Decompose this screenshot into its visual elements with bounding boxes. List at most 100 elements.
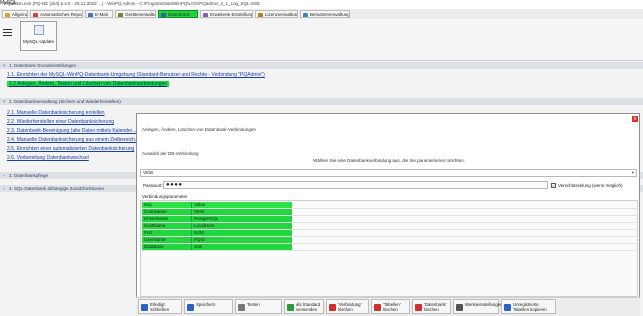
delete-connection-button[interactable]: 'Verbindung' löschen (326, 299, 369, 314)
tab-automatisches-reporting[interactable]: Automatisches Reporting (30, 10, 83, 18)
toolbar-button-label: Testen (247, 302, 260, 307)
tab-icon (258, 12, 263, 17)
hamburger-menu-icon[interactable] (3, 29, 12, 37)
standard-icon (287, 304, 294, 311)
database-update-icon (34, 25, 44, 35)
param-key: HostName (142, 223, 191, 229)
encryption-label: Verschlüsselung (wenn möglich) (558, 183, 623, 188)
tab-label: Geräteverwaltung (125, 12, 156, 17)
delete-tables-button[interactable]: 'Tabellen' löschen (371, 299, 410, 314)
tab-icon (303, 12, 308, 17)
param-key: UserName (142, 237, 191, 243)
toolbar-button-label: Erledigt Schließen (150, 302, 170, 312)
param-value[interactable]: 5432 (191, 230, 292, 236)
link-1-1[interactable]: 1.1. Einrichten der MySQL-WinPQ-Datenban… (7, 72, 265, 78)
link-2-4[interactable]: 2.4. Manuelle Datenbanksicherung aus ein… (7, 137, 139, 143)
tab-label: Datenbank (168, 12, 190, 17)
link-2-2[interactable]: 2.2. Wiederherstellen einer Datenbanksic… (7, 119, 114, 125)
param-key: Port (142, 230, 191, 236)
tab-label: Allgemein (12, 12, 27, 17)
password-input[interactable]: ●●●● (163, 181, 548, 189)
params-row[interactable]: ConnName VEW (142, 209, 638, 216)
tab-label: Lizenzverwaltung (265, 12, 298, 17)
section-2-title: 2. Datenbankverwaltung (Sichern und Wied… (9, 99, 121, 104)
tab-icon (33, 12, 38, 17)
connection-select-caption: Auswahl der DB-Verbindung (142, 151, 199, 156)
params-header-row: Key Value (142, 202, 638, 209)
param-value[interactable]: PostgreSQL (191, 216, 292, 222)
params-row[interactable]: Port 5432 (142, 230, 638, 237)
toolbar-button-label: Unregistrierte Tabellen kopieren (513, 302, 547, 312)
section-2-header[interactable]: ˅ 2. Datenbankverwaltung (Sichern und Wie… (0, 98, 643, 105)
tab-icon (5, 12, 10, 17)
toolbar-button-label: Werkseinstellungen (465, 302, 503, 307)
tab-erweiterte-einstellungen[interactable]: Erweiterte Einstellungen (200, 10, 253, 18)
link-2-5[interactable]: 2.5. Einrichten einer automatisierten Da… (7, 146, 134, 152)
tab-benutzerverwaltung[interactable]: Benutzerverwaltung (300, 10, 350, 18)
link-1-2[interactable]: 1.2 Anlegen, Ändern, Testen und Löschen … (7, 81, 170, 87)
param-key: DriverName (142, 216, 191, 222)
delete-database-button[interactable]: 'Datenbank' löschen (412, 299, 451, 314)
tab-icon (203, 12, 208, 17)
params-row[interactable]: HostName LocalHost (142, 223, 638, 230)
copy-tables-button[interactable]: Unregistrierte Tabellen kopieren (501, 299, 556, 314)
param-value[interactable]: LocalHost (191, 223, 292, 229)
link-2-3[interactable]: 2.3. Datenbank-Bereinigung (alte Daten m… (7, 128, 136, 134)
test-button[interactable]: Testen (235, 299, 282, 314)
chevron-down-icon: ▾ (631, 170, 634, 175)
factory-settings-icon (456, 304, 463, 311)
ribbon-group-label: MySQL (0, 0, 17, 6)
save-icon (187, 304, 194, 311)
password-label: Passwort: (143, 183, 163, 188)
section-1-header[interactable]: ˅ 1. Datenbank Grundeinstellungen (0, 62, 643, 69)
params-caption: Verbindungsparameter (142, 194, 188, 199)
tab-e-mail[interactable]: E-Mail (85, 10, 113, 18)
param-value[interactable]: vew (191, 244, 292, 250)
toolbar-button-label: 'Tabellen' löschen (383, 302, 401, 312)
param-key: DataBase (142, 244, 191, 250)
link-2-6[interactable]: 2.6. Vorbereitung Datenbankwechsel (7, 155, 89, 161)
encryption-checkbox[interactable]: ✓ (551, 183, 556, 188)
standard-button[interactable]: als Standard verwenden (284, 299, 324, 314)
toolbar-button-label: 'Verbindung' löschen (338, 302, 362, 312)
params-row[interactable]: UserName PQID (142, 237, 638, 244)
section-1-title: 1. Datenbank Grundeinstellungen (9, 63, 77, 68)
key-column-header: Key (142, 202, 191, 208)
tab-icon (161, 12, 166, 17)
toolbar-button-label: Speichern (196, 302, 216, 307)
test-icon (238, 304, 245, 311)
close-icon[interactable]: x (632, 116, 638, 122)
check-button[interactable]: Erledigt Schließen (138, 299, 182, 314)
tab-label: E-Mail (95, 12, 108, 17)
tab-datenbank[interactable]: Datenbank (158, 10, 198, 18)
save-button[interactable]: Speichern (184, 299, 233, 314)
connection-select-value: VEW (143, 170, 154, 175)
tab-icon (88, 12, 93, 17)
toolbar-button-label: als Standard verwenden (296, 302, 321, 312)
mysql-update-button[interactable]: MySQL-Update (20, 21, 57, 51)
tab-icon (118, 12, 123, 17)
section-4-title: 4. SQL-Datenbank abhängige Zusatzfunktio… (9, 186, 105, 191)
tab-label: Automatisches Reporting (40, 12, 82, 17)
delete-database-icon (415, 304, 422, 311)
section-3-title: 3. Datenbankpflege (9, 173, 49, 178)
window-title: PQadmin.exe (PQ-DE [x64] 6.4.0 - 28.11.2… (4, 1, 261, 6)
toolbar-button-label: 'Datenbank' löschen (424, 302, 447, 312)
tab-lizenzverwaltung[interactable]: Lizenzverwaltung (255, 10, 298, 18)
tab-geräteverwaltung[interactable]: Geräteverwaltung (115, 10, 156, 18)
tab-allgemein[interactable]: Allgemein (2, 10, 28, 18)
link-2-1[interactable]: 2.1. Manuelle Datenbanksicherung erstell… (7, 110, 105, 116)
params-row[interactable]: DataBase vew (142, 244, 638, 251)
param-value[interactable]: PQID (191, 237, 292, 243)
delete-connection-icon (329, 304, 336, 311)
instruction-text: Wählen Sie eine Datenbankverbindung aus,… (313, 158, 465, 163)
copy-tables-icon (504, 304, 511, 311)
connection-select[interactable]: VEW ▾ (140, 169, 637, 177)
tab-label: Benutzerverwaltung (310, 12, 350, 17)
check-icon (141, 304, 148, 311)
param-value[interactable]: VEW (191, 209, 292, 215)
params-row[interactable]: DriverName PostgreSQL (142, 216, 638, 223)
value-column-header: Value (191, 202, 292, 208)
tab-label: Erweiterte Einstellungen (210, 12, 252, 17)
factory-settings-button[interactable]: Werkseinstellungen (453, 299, 503, 314)
